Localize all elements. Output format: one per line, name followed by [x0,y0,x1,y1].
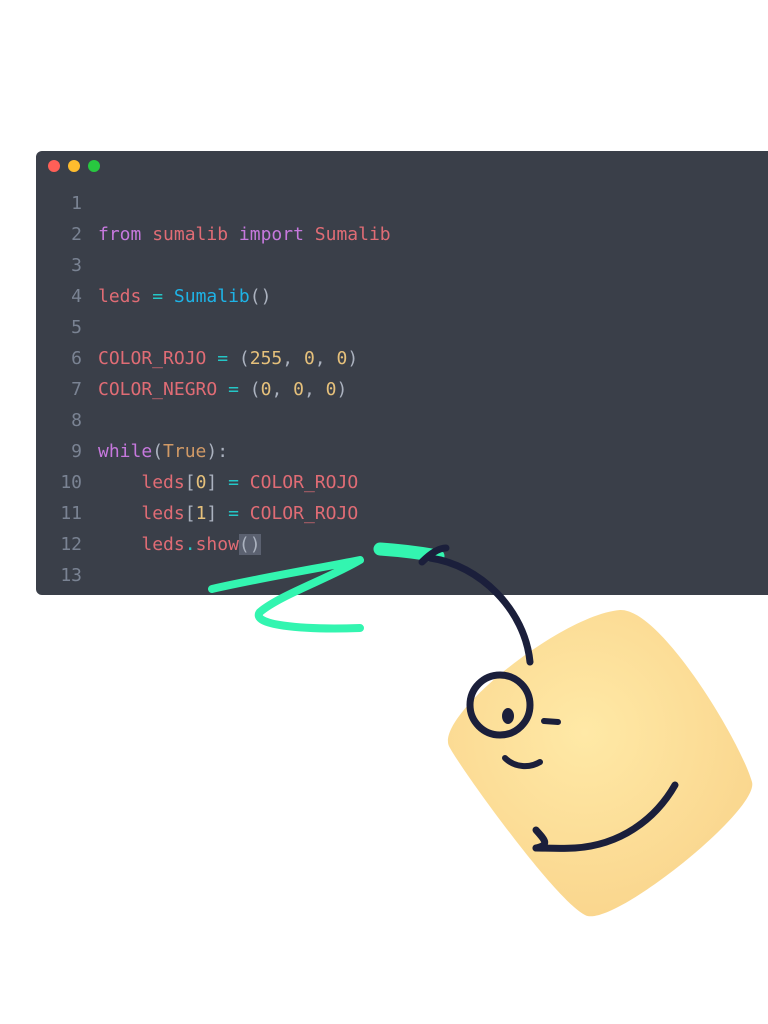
mascot-wink-eye [541,718,561,725]
mascot-body [447,609,753,917]
mascot-pupil [502,708,514,724]
mascot-arm-up [426,554,534,666]
mascot-illustration [208,542,753,917]
scribble-mark [208,556,364,633]
